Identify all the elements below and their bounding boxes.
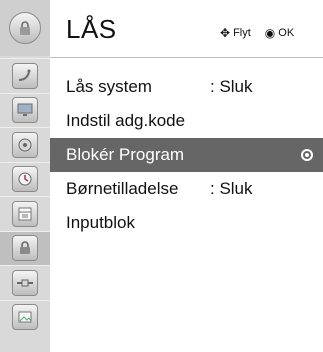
lock-icon xyxy=(9,12,41,44)
menu-item-label: Børnetilladelse xyxy=(66,179,179,198)
menu-header: LÅS ✥ Flyt ◉ OK xyxy=(50,0,323,56)
sidebar-item-input[interactable] xyxy=(0,265,50,300)
lock-menu-screen: LÅS ✥ Flyt ◉ OK Lås system : Sluk Indsti… xyxy=(0,0,323,352)
sidebar-header xyxy=(0,0,50,56)
speaker-icon xyxy=(12,131,38,158)
menu-item-label: Lås system xyxy=(66,77,152,96)
selection-radio-icon xyxy=(301,149,313,161)
menu-item-label: Indstil adg.kode xyxy=(66,111,186,130)
menu-item-value: : Sluk xyxy=(210,179,253,198)
menu-item-block-program[interactable]: Blokér Program xyxy=(50,138,323,172)
menu-item-input-block[interactable]: Inputblok xyxy=(50,206,323,240)
header-divider xyxy=(50,57,323,58)
photo-icon xyxy=(12,304,38,331)
sidebar-item-time[interactable] xyxy=(0,161,50,197)
calendar-icon xyxy=(12,200,38,227)
sidebar-item-audio[interactable] xyxy=(0,127,50,162)
button-hints: ✥ Flyt ◉ OK xyxy=(220,26,308,40)
page-title: LÅS xyxy=(66,14,117,44)
ok-dot-icon: ◉ xyxy=(264,26,276,40)
sidebar-item-lock[interactable] xyxy=(0,230,50,265)
lock-icon xyxy=(12,235,38,262)
sidebar-item-picture[interactable] xyxy=(0,92,50,128)
hint-ok-label: OK xyxy=(278,27,295,39)
satellite-dish-icon xyxy=(12,62,38,89)
menu-item-value: : Sluk xyxy=(210,77,253,96)
cable-icon xyxy=(12,269,38,296)
move-arrows-icon: ✥ xyxy=(220,26,231,40)
sidebar xyxy=(0,0,50,352)
menu-item-label: Inputblok xyxy=(66,213,135,232)
tv-icon xyxy=(12,97,38,124)
hint-move: ✥ Flyt xyxy=(220,26,251,40)
hint-ok: ◉ OK xyxy=(265,26,294,40)
clock-icon xyxy=(12,166,38,193)
sidebar-list xyxy=(0,58,50,334)
menu-item-lock-system[interactable]: Lås system : Sluk xyxy=(50,70,323,104)
menu-item-set-password[interactable]: Indstil adg.kode xyxy=(50,104,323,138)
sidebar-item-option[interactable] xyxy=(0,196,50,231)
sidebar-item-media[interactable] xyxy=(0,299,50,335)
menu-item-label: Blokér Program xyxy=(66,145,185,164)
lock-menu-list: Lås system : Sluk Indstil adg.kode Bloké… xyxy=(50,70,323,240)
sidebar-item-channel[interactable] xyxy=(0,58,50,93)
menu-item-parental-guidance[interactable]: Børnetilladelse : Sluk xyxy=(50,172,323,206)
hint-move-label: Flyt xyxy=(233,27,251,39)
